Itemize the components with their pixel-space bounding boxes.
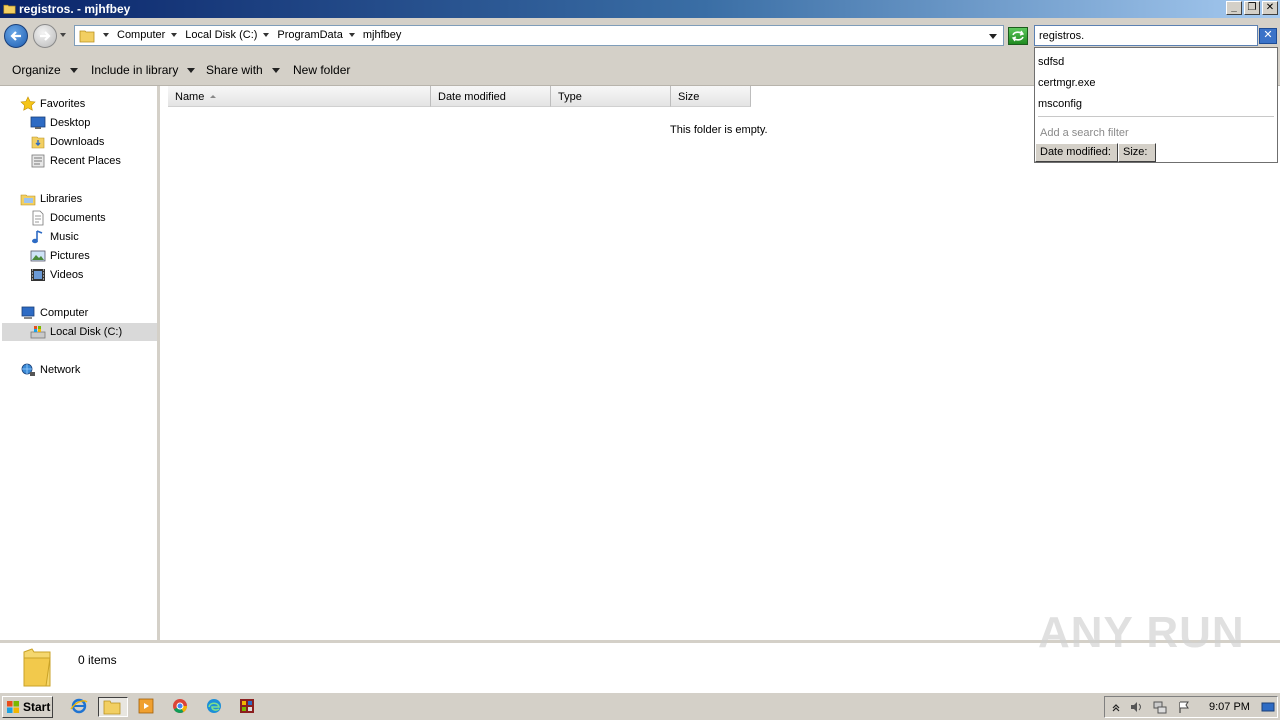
media-player-icon[interactable] xyxy=(135,697,159,717)
sort-up-icon xyxy=(210,95,217,98)
nav-libraries[interactable]: Libraries xyxy=(20,190,82,208)
edge-icon[interactable] xyxy=(203,697,227,717)
breadcrumb: Computer Local Disk (C:) ProgramData mjh… xyxy=(99,29,403,41)
nav-documents[interactable]: Documents xyxy=(30,209,106,227)
address-bar[interactable]: Computer Local Disk (C:) ProgramData mjh… xyxy=(74,25,1004,46)
divider xyxy=(1038,116,1274,117)
arrow-left-icon xyxy=(10,31,21,41)
show-desktop-icon[interactable] xyxy=(1261,700,1275,714)
recent-pages-dropdown[interactable] xyxy=(60,33,66,37)
back-button[interactable] xyxy=(4,24,28,48)
nav-downloads[interactable]: Downloads xyxy=(30,133,104,151)
system-tray: 9:07 PM xyxy=(1104,696,1278,718)
drive-icon xyxy=(30,326,46,339)
breadcrumb-programdata[interactable]: ProgramData xyxy=(275,29,344,41)
chevron-down-icon[interactable] xyxy=(263,33,270,37)
chrome-icon[interactable] xyxy=(169,697,193,717)
network-tray-icon[interactable] xyxy=(1153,700,1167,714)
volume-icon[interactable] xyxy=(1129,700,1143,714)
documents-icon xyxy=(32,210,44,226)
internet-explorer-icon[interactable] xyxy=(68,697,92,717)
close-icon: ✕ xyxy=(1263,29,1273,41)
libraries-icon xyxy=(20,194,36,206)
nav-desktop[interactable]: Desktop xyxy=(30,114,90,132)
filter-date-modified-button[interactable]: Date modified: xyxy=(1035,143,1118,162)
column-size[interactable]: Size xyxy=(671,86,751,107)
folder-icon xyxy=(23,648,51,687)
chevron-up-icon[interactable] xyxy=(1109,700,1123,714)
clear-search-button[interactable]: ✕ xyxy=(1259,28,1277,44)
column-type[interactable]: Type xyxy=(551,86,671,107)
chevron-down-icon[interactable] xyxy=(103,33,109,37)
chevron-down-icon[interactable] xyxy=(348,33,355,37)
breadcrumb-computer[interactable]: Computer xyxy=(115,29,167,41)
nav-videos[interactable]: Videos xyxy=(30,266,83,284)
search-input[interactable] xyxy=(1035,26,1261,45)
share-with-button[interactable]: Share with xyxy=(206,63,280,77)
search-suggestions: sdfsd certmgr.exe msconfig Add a search … xyxy=(1034,47,1278,163)
organize-button[interactable]: Organize xyxy=(12,63,78,77)
folder-icon xyxy=(3,4,16,14)
navigation-pane: Favorites Desktop Downloads Recent Place… xyxy=(0,86,160,640)
chevron-down-icon xyxy=(187,67,196,73)
item-count: 0 items xyxy=(78,653,117,667)
folder-icon xyxy=(79,30,95,43)
archive-app-icon[interactable] xyxy=(236,697,260,717)
flag-icon[interactable] xyxy=(1177,700,1191,714)
chevron-down-icon xyxy=(271,67,280,73)
music-icon xyxy=(32,230,43,244)
title-bar: registros. - mjhfbey _ ❐ ✕ xyxy=(0,0,1280,18)
new-folder-button[interactable]: New folder xyxy=(293,63,350,77)
nav-favorites[interactable]: Favorites xyxy=(20,95,85,113)
chevron-down-icon[interactable] xyxy=(171,33,178,37)
recent-places-icon xyxy=(31,154,45,168)
nav-music[interactable]: Music xyxy=(30,228,79,246)
breadcrumb-local-disk[interactable]: Local Disk (C:) xyxy=(183,29,259,41)
close-button[interactable]: ✕ xyxy=(1262,1,1278,15)
windows-logo-icon xyxy=(7,701,19,713)
network-icon xyxy=(21,363,35,376)
restore-button[interactable]: ❐ xyxy=(1244,1,1260,15)
column-date-modified[interactable]: Date modified xyxy=(431,86,551,107)
search-filter-hint: Add a search filter xyxy=(1040,127,1129,139)
window-title: registros. - mjhfbey xyxy=(19,2,131,16)
refresh-icon xyxy=(1011,30,1025,42)
empty-folder-message: This folder is empty. xyxy=(670,124,768,136)
filter-size-button[interactable]: Size: xyxy=(1118,143,1156,162)
pictures-icon xyxy=(30,250,46,262)
start-button[interactable]: Start xyxy=(2,696,53,718)
minimize-button[interactable]: _ xyxy=(1226,1,1242,15)
nav-pictures[interactable]: Pictures xyxy=(30,247,90,265)
column-name[interactable]: Name xyxy=(168,86,431,107)
chevron-down-icon xyxy=(69,67,78,73)
nav-network[interactable]: Network xyxy=(20,361,80,379)
refresh-button[interactable] xyxy=(1008,27,1028,45)
computer-icon xyxy=(21,306,35,319)
suggestion-item[interactable]: certmgr.exe xyxy=(1038,77,1095,89)
taskbar: Start 9:07 PM xyxy=(0,692,1280,720)
downloads-icon xyxy=(31,136,45,149)
file-list: Name Date modified Type Size This folder… xyxy=(160,86,1280,640)
forward-button[interactable] xyxy=(33,24,57,48)
include-in-library-button[interactable]: Include in library xyxy=(91,63,196,77)
nav-computer[interactable]: Computer xyxy=(20,304,88,322)
desktop-icon xyxy=(30,116,46,129)
suggestion-item[interactable]: sdfsd xyxy=(1038,56,1064,68)
clock[interactable]: 9:07 PM xyxy=(1209,701,1250,713)
breadcrumb-mjhfbey[interactable]: mjhfbey xyxy=(361,29,404,41)
nav-recent-places[interactable]: Recent Places xyxy=(30,152,121,170)
suggestion-item[interactable]: msconfig xyxy=(1038,98,1082,110)
watermark-logo: ANY RUN xyxy=(1038,608,1245,657)
file-explorer-icon[interactable] xyxy=(98,697,128,717)
nav-local-disk[interactable]: Local Disk (C:) xyxy=(2,323,157,341)
star-icon xyxy=(20,96,36,111)
arrow-right-icon xyxy=(40,31,51,41)
address-dropdown[interactable] xyxy=(989,34,997,39)
search-box[interactable] xyxy=(1034,25,1261,46)
videos-icon xyxy=(31,269,45,281)
